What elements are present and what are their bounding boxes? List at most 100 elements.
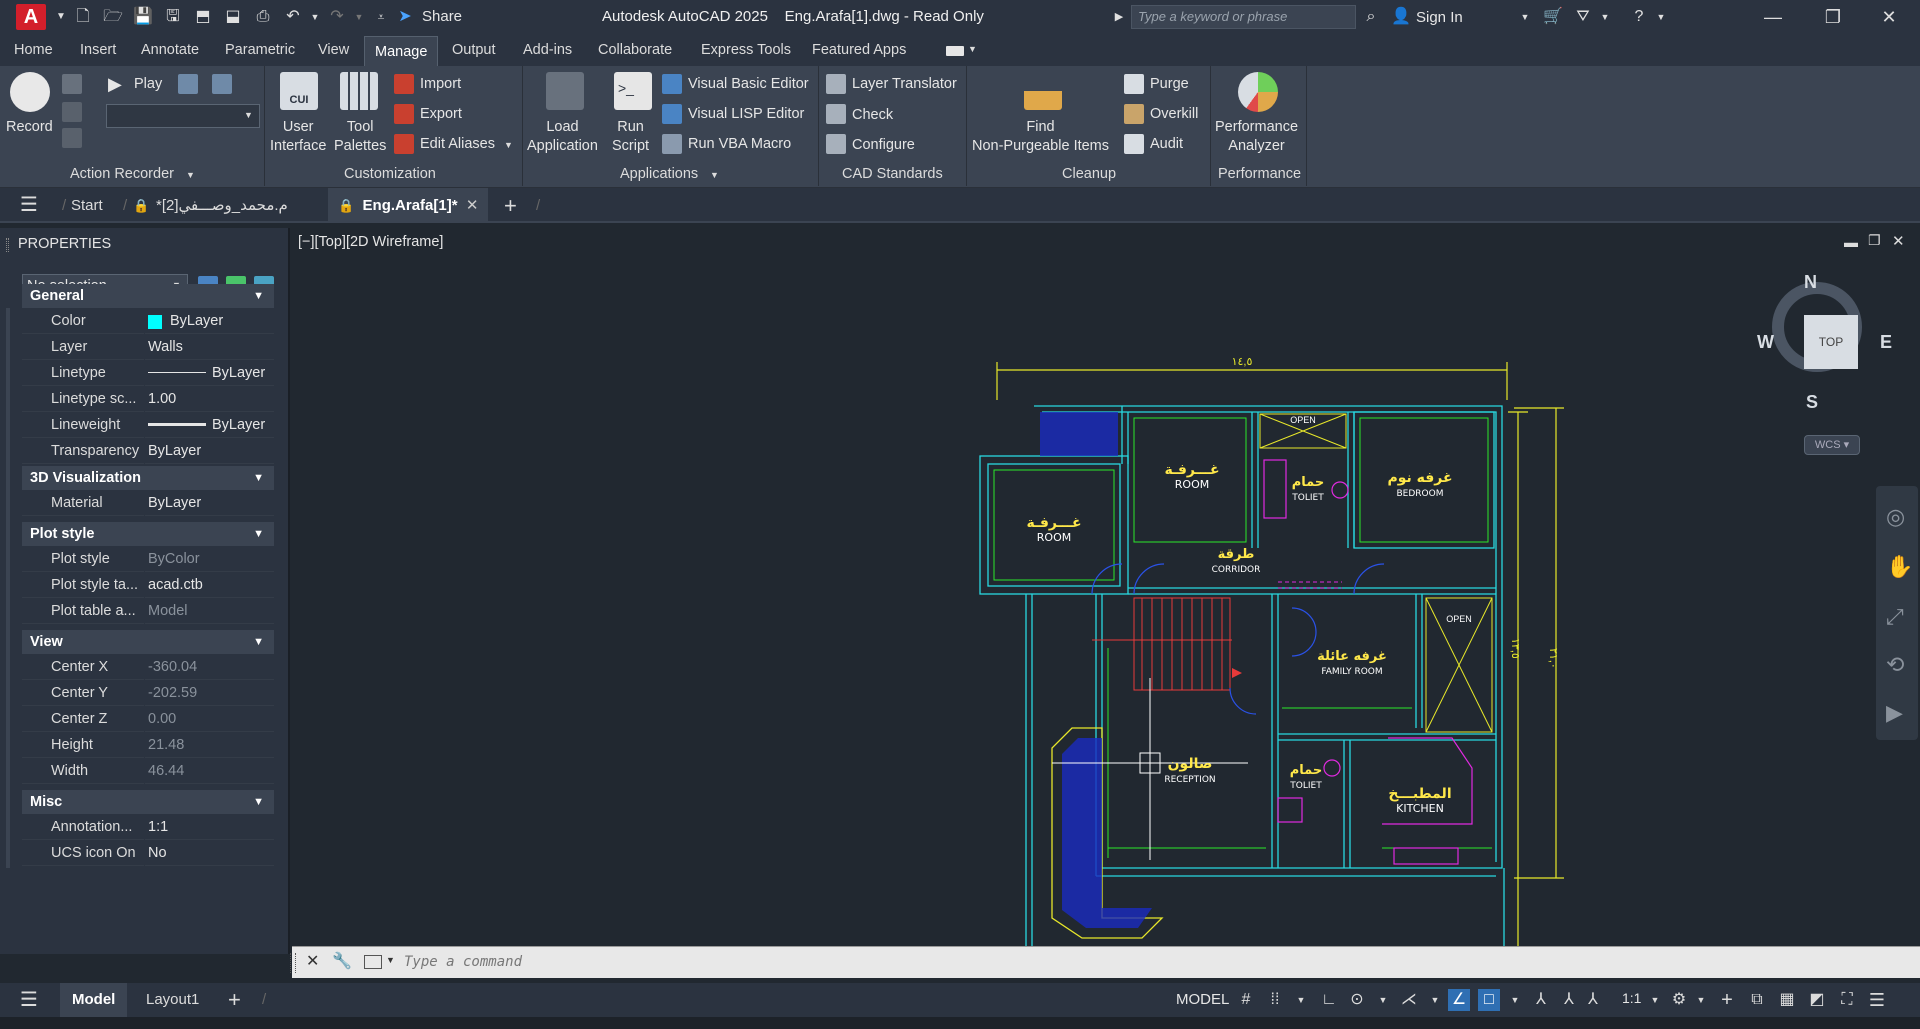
object-snap-icon[interactable]: □ (1478, 989, 1500, 1011)
cui-icon[interactable]: CUI (280, 72, 318, 110)
polar-dropdown-icon[interactable]: ▼ (1372, 989, 1394, 1011)
search-input[interactable]: Type a keyword or phrase (1131, 5, 1356, 29)
tab-file-2[interactable]: 🔒 Eng.Arafa[1]* ✕ (328, 188, 489, 223)
app-menu-chevron-icon[interactable]: ▼ (50, 6, 72, 28)
user-interface-button[interactable]: User Interface (270, 118, 326, 156)
annotation-scale-icon[interactable]: ⅄ (1582, 989, 1604, 1011)
tab-express-tools[interactable]: Express Tools (701, 42, 791, 58)
isodraft-icon[interactable]: ⋌ (1398, 989, 1420, 1011)
property-value[interactable]: ByLayer (212, 412, 265, 438)
property-row[interactable]: Plot style ByColor (22, 546, 274, 572)
configure-button[interactable]: Configure (852, 137, 915, 153)
performance-analyzer-button[interactable]: Performance Analyzer (1215, 118, 1298, 156)
collapse-chevron-icon[interactable]: ▼ (253, 466, 264, 490)
drawing-viewport[interactable]: [−][Top][2D Wireframe] ▬ ❐ ✕ N S W E TOP… (292, 228, 1920, 946)
category-misc[interactable]: Misc ▼ (22, 790, 274, 814)
property-value[interactable]: ByLayer (148, 490, 201, 516)
quick-properties-icon[interactable]: ▦ (1776, 989, 1798, 1011)
edit-aliases-icon[interactable] (394, 134, 414, 154)
property-value[interactable]: Model (148, 598, 188, 624)
configure-standards-icon[interactable] (826, 134, 846, 154)
purge-button[interactable]: Purge (1150, 76, 1189, 92)
tab-file-1[interactable]: م.محمد_وصـــفي[2]* (156, 188, 288, 223)
tab-home[interactable]: Home (14, 42, 53, 58)
property-value[interactable]: -360.04 (148, 654, 197, 680)
load-application-icon[interactable] (546, 72, 584, 110)
category-plot[interactable]: Plot style ▼ (22, 522, 274, 546)
recent-commands-icon[interactable] (364, 955, 382, 969)
autoscale-icon[interactable]: ⅄ (1558, 989, 1580, 1011)
snap-dropdown-icon[interactable]: ▼ (1290, 989, 1312, 1011)
save-as-icon[interactable]: 🖫 (162, 6, 184, 28)
tool-palettes-button[interactable]: Tool Palettes (334, 118, 386, 156)
polar-icon[interactable]: ⊙ (1346, 989, 1368, 1011)
panel-title-action-recorder[interactable]: Action Recorder (70, 166, 174, 182)
property-row[interactable]: Center Z 0.00 (22, 706, 274, 732)
new-tab-icon[interactable]: + (504, 188, 517, 223)
property-row[interactable]: Layer Walls (22, 334, 274, 360)
model-space-button[interactable]: MODEL (1170, 987, 1235, 1013)
visual-basic-editor-button[interactable]: Visual Basic Editor (688, 76, 809, 92)
property-row[interactable]: Linetype sc... 1.00 (22, 386, 274, 412)
macro-select[interactable] (106, 104, 260, 128)
category-view[interactable]: View ▼ (22, 630, 274, 654)
tab-annotate[interactable]: Annotate (141, 42, 199, 58)
ribbon-state-dropdown-icon[interactable]: ▼ (968, 44, 977, 54)
import-cuix-icon[interactable] (394, 74, 414, 94)
panel-title-applications[interactable]: Applications (620, 166, 698, 182)
tab-model[interactable]: Model (60, 983, 128, 1017)
graphics-performance-icon[interactable]: ◩ (1806, 989, 1828, 1011)
property-row[interactable]: Transparency ByLayer (22, 438, 274, 464)
property-value[interactable]: -202.59 (148, 680, 197, 706)
clean-screen-icon[interactable]: ⛶ (1836, 989, 1858, 1011)
property-row[interactable]: Lineweight ByLayer (22, 412, 274, 438)
autocad-logo-icon[interactable]: A (16, 4, 46, 30)
palette-grip-icon[interactable] (6, 238, 9, 252)
tab-output[interactable]: Output (452, 42, 496, 58)
property-value[interactable]: No (148, 840, 167, 866)
layout-list-icon[interactable]: ☰ (20, 983, 38, 1017)
record-button[interactable]: Record (6, 118, 53, 137)
customization-menu-icon[interactable]: ☰ (1866, 989, 1888, 1011)
export-button[interactable]: Export (420, 106, 462, 122)
category-viz[interactable]: 3D Visualization ▼ (22, 466, 274, 490)
cart-icon[interactable]: 🛒 (1542, 6, 1564, 28)
load-application-button[interactable]: Load Application (527, 118, 598, 156)
hamburger-menu-icon[interactable]: ☰ (20, 188, 38, 223)
new-file-icon[interactable]: 🗋 (72, 6, 94, 28)
ribbon-state-icon[interactable] (946, 46, 964, 56)
check-standards-icon[interactable] (826, 104, 846, 124)
redo-icon[interactable]: ↷ (326, 6, 348, 28)
close-icon[interactable]: ✕ (1866, 0, 1912, 34)
audit-button[interactable]: Audit (1150, 136, 1183, 152)
property-value[interactable]: 1.00 (148, 386, 176, 412)
search-icon[interactable]: ⌕ (1360, 6, 1382, 28)
recent-commands-dropdown-icon[interactable]: ▼ (386, 955, 395, 965)
redo-dropdown-icon[interactable]: ▼ (348, 6, 370, 28)
property-value[interactable]: acad.ctb (148, 572, 203, 598)
palette-side-bar[interactable] (6, 308, 10, 868)
property-row[interactable]: Annotation... 1:1 (22, 814, 274, 840)
edit-aliases-button[interactable]: Edit Aliases (420, 136, 495, 152)
run-script-icon[interactable]: >_ (614, 72, 652, 110)
play-button[interactable]: Play (134, 76, 162, 92)
property-value[interactable]: 0.00 (148, 706, 176, 732)
property-value[interactable]: ByLayer (212, 360, 265, 386)
overkill-button[interactable]: Overkill (1150, 106, 1198, 122)
units-icon[interactable]: ⧉ (1746, 989, 1768, 1011)
import-button[interactable]: Import (420, 76, 461, 92)
visual-basic-icon[interactable] (662, 74, 682, 94)
property-value[interactable]: 46.44 (148, 758, 184, 784)
recorder-manage-icon[interactable] (212, 74, 232, 94)
recorder-message-icon[interactable] (62, 74, 82, 94)
undo-icon[interactable]: ↶ (282, 6, 304, 28)
help-dropdown-icon[interactable]: ▼ (1650, 6, 1672, 28)
action-recorder-expand-icon[interactable]: ▼ (186, 170, 195, 180)
grid-icon[interactable]: # (1235, 989, 1257, 1011)
layer-translator-icon[interactable] (826, 74, 846, 94)
workspace-gear-icon[interactable]: ⚙ (1668, 989, 1690, 1011)
annotation-scale-value[interactable]: 1:1 (1622, 990, 1641, 1006)
visual-lisp-icon[interactable] (662, 104, 682, 124)
sign-in-button[interactable]: Sign In (1416, 9, 1463, 26)
edit-aliases-dropdown-icon[interactable]: ▼ (504, 140, 513, 150)
